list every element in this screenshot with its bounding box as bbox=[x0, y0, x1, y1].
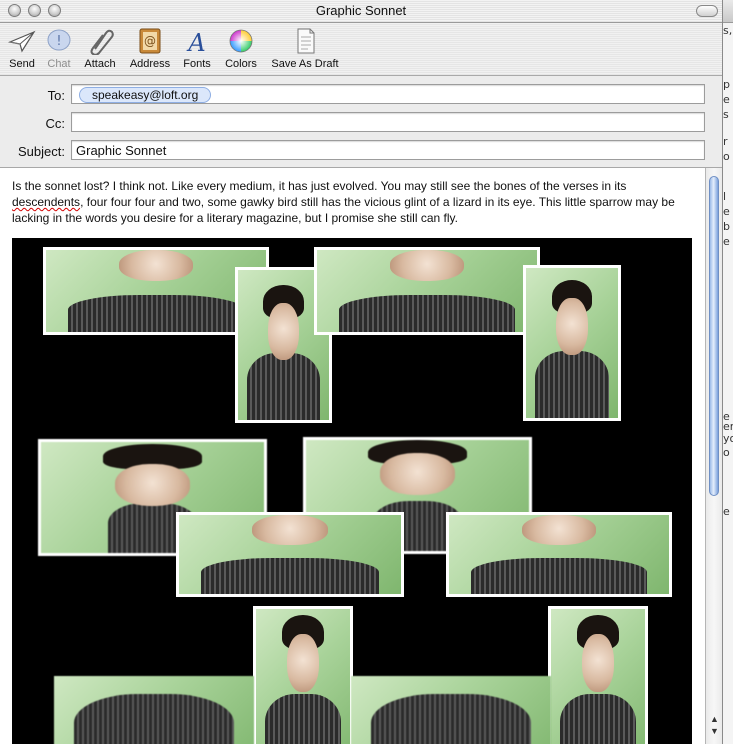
fonts-icon: A bbox=[186, 29, 205, 55]
to-label: To: bbox=[47, 88, 65, 103]
background-window-text: yo bbox=[723, 432, 733, 445]
background-window-text: s, bbox=[723, 24, 733, 37]
colors-label: Colors bbox=[225, 58, 257, 70]
message-body[interactable]: Is the sonnet lost? I think not. Like ev… bbox=[0, 168, 705, 744]
message-text-part: , four four four and two, some gawky bir… bbox=[12, 195, 675, 225]
title-bar[interactable]: Graphic Sonnet bbox=[0, 0, 722, 23]
chat-label: Chat bbox=[47, 58, 71, 70]
svg-text:!: ! bbox=[56, 34, 61, 49]
vertical-scrollbar[interactable]: ▲ ▼ bbox=[705, 168, 722, 744]
subject-field[interactable]: Graphic Sonnet bbox=[71, 140, 705, 160]
background-window-text: p bbox=[723, 78, 730, 91]
scrollbar-thumb[interactable] bbox=[709, 176, 719, 496]
message-text-part: Is the sonnet lost? I think not. Like ev… bbox=[12, 179, 627, 193]
send-icon bbox=[7, 30, 36, 53]
photo-collage-image[interactable] bbox=[12, 238, 692, 744]
scroll-down-arrow-icon[interactable]: ▼ bbox=[710, 726, 719, 736]
chat-button[interactable]: ! Chat bbox=[42, 27, 76, 70]
svg-text:@: @ bbox=[144, 34, 156, 48]
cc-label: Cc: bbox=[45, 116, 66, 131]
send-button[interactable]: Send bbox=[4, 27, 40, 70]
save-as-draft-button[interactable]: Save As Draft bbox=[268, 27, 342, 70]
address-label: Address bbox=[129, 58, 171, 70]
cc-field[interactable] bbox=[71, 112, 705, 132]
toolbar-toggle-button[interactable] bbox=[696, 5, 718, 17]
collage-photo bbox=[446, 512, 672, 597]
fonts-button[interactable]: A Fonts bbox=[180, 27, 214, 70]
collage-photo bbox=[314, 247, 540, 335]
collage-photo bbox=[351, 676, 551, 744]
collage-photo bbox=[548, 606, 648, 744]
color-wheel-icon bbox=[229, 29, 253, 53]
background-window-text: b bbox=[723, 220, 730, 233]
background-window-text: o bbox=[723, 446, 730, 459]
subject-value: Graphic Sonnet bbox=[76, 143, 167, 158]
collage-photo bbox=[523, 265, 621, 421]
attach-button[interactable]: Attach bbox=[80, 27, 120, 70]
svg-text:A: A bbox=[186, 29, 205, 55]
paperclip-icon bbox=[90, 29, 114, 55]
compose-window: Graphic Sonnet Send ! Chat Attach @ Addr… bbox=[0, 0, 723, 744]
collage-photo bbox=[253, 606, 353, 744]
collage-photo bbox=[176, 512, 404, 597]
background-window-text: e bbox=[723, 235, 730, 248]
collage-photo bbox=[54, 676, 254, 744]
background-window: s, p e s r o l e b e e ent yo o e bbox=[722, 0, 733, 744]
colors-button[interactable]: Colors bbox=[222, 27, 260, 70]
address-book-icon: @ bbox=[139, 28, 161, 54]
fonts-label: Fonts bbox=[183, 58, 211, 70]
background-window-text: l bbox=[723, 190, 727, 203]
misspelled-word[interactable]: descendents bbox=[12, 195, 80, 209]
scroll-up-arrow-icon[interactable]: ▲ bbox=[710, 714, 719, 724]
send-label: Send bbox=[9, 58, 35, 70]
recipient-token[interactable]: speakeasy@loft.org bbox=[79, 87, 212, 103]
background-window-text: e bbox=[723, 93, 730, 106]
message-text[interactable]: Is the sonnet lost? I think not. Like ev… bbox=[12, 178, 692, 226]
background-window-titlebar bbox=[722, 0, 733, 23]
subject-label: Subject: bbox=[18, 144, 65, 159]
background-window-text: e bbox=[723, 205, 730, 218]
background-window-text: r bbox=[723, 135, 728, 148]
to-field[interactable]: speakeasy@loft.org bbox=[71, 84, 705, 104]
background-window-text: o bbox=[723, 150, 730, 163]
background-window-text: e bbox=[723, 505, 730, 518]
message-headers: To: speakeasy@loft.org Cc: Subject: Grap… bbox=[0, 76, 722, 168]
draft-icon bbox=[297, 28, 315, 54]
window-title: Graphic Sonnet bbox=[315, 3, 407, 18]
address-button[interactable]: @ Address bbox=[126, 27, 174, 70]
background-window-text: s bbox=[723, 108, 729, 121]
chat-icon: ! bbox=[47, 29, 71, 51]
toolbar: Send ! Chat Attach @ Address A Fonts Col… bbox=[0, 23, 722, 76]
attach-label: Attach bbox=[84, 58, 116, 70]
save-as-draft-label: Save As Draft bbox=[271, 58, 339, 70]
